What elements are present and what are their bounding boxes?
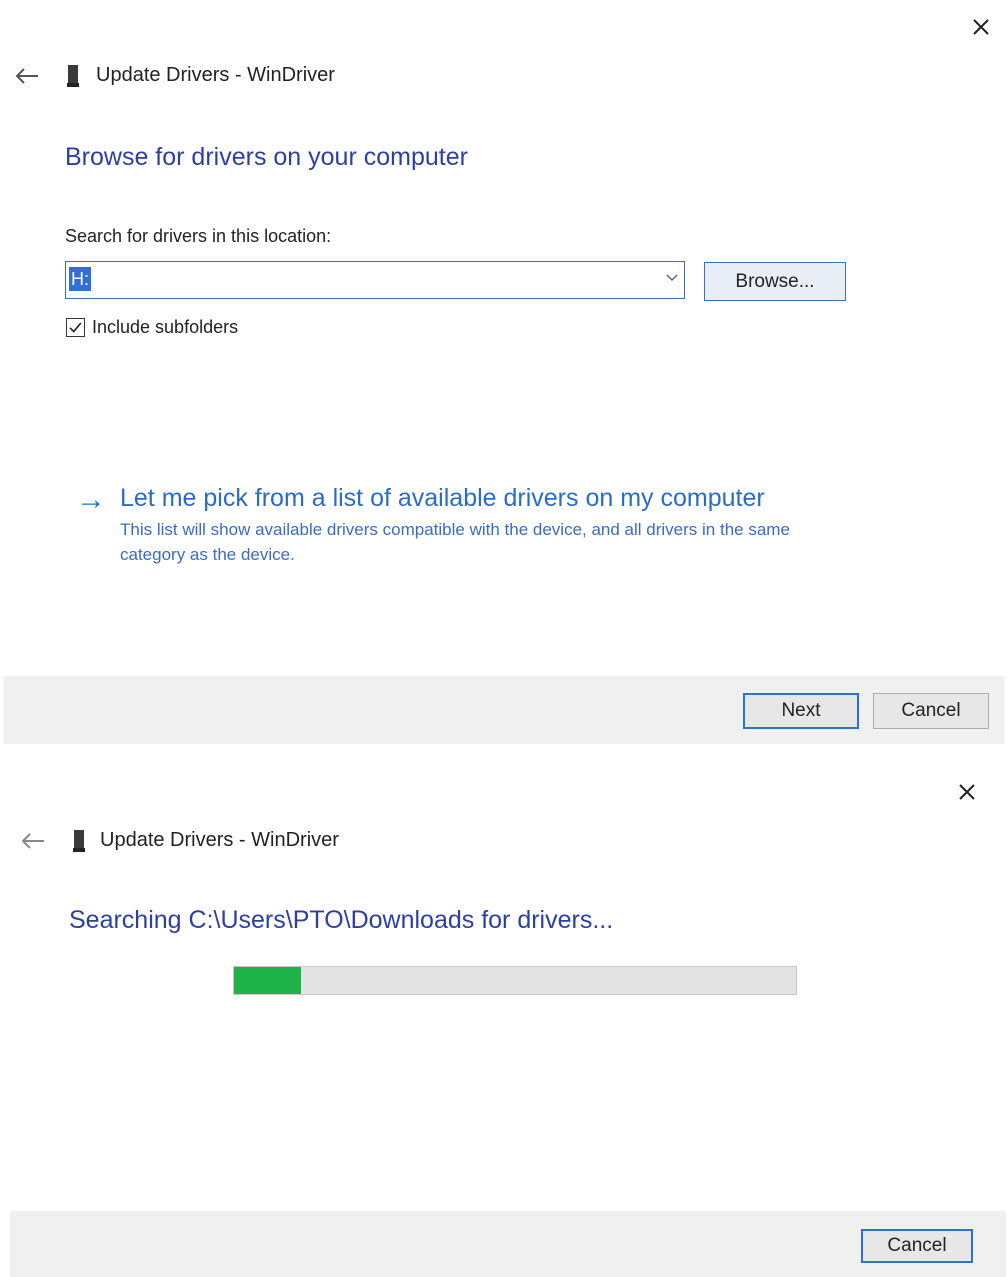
include-subfolders-label[interactable]: Include subfolders (92, 317, 238, 338)
dialog-footer (10, 1211, 1006, 1277)
device-icon (73, 830, 85, 852)
include-subfolders-checkbox[interactable] (66, 318, 85, 337)
pick-driver-link[interactable]: Let me pick from a list of available dri… (120, 484, 765, 513)
window-title: Update Drivers - WinDriver (96, 64, 335, 86)
right-arrow-icon: → (76, 483, 106, 516)
back-button[interactable] (14, 66, 40, 86)
pick-driver-description: This list will show available drivers co… (120, 520, 790, 564)
checkmark-icon (69, 322, 82, 333)
back-button[interactable] (20, 831, 46, 851)
close-icon (973, 19, 989, 35)
back-arrow-icon (15, 68, 38, 84)
device-icon (67, 65, 79, 87)
search-location-label: Search for drivers in this location: (65, 226, 332, 246)
back-arrow-icon (21, 833, 44, 849)
page-heading: Browse for drivers on your computer (65, 143, 468, 171)
browse-drivers-dialog: Update Drivers - WinDriver Browse for dr… (0, 0, 1008, 748)
close-icon (959, 784, 975, 800)
search-progress-bar (233, 966, 797, 995)
progress-fill (234, 967, 302, 994)
chevron-down-icon[interactable] (664, 270, 680, 286)
searching-drivers-dialog: Update Drivers - WinDriver Searching C:\… (0, 764, 1008, 1277)
cancel-button[interactable]: Cancel (861, 1229, 973, 1263)
window-title: Update Drivers - WinDriver (100, 829, 339, 851)
next-button[interactable]: Next (743, 693, 859, 729)
location-value: H: (69, 267, 91, 291)
browse-button[interactable]: Browse... (704, 262, 846, 301)
close-button[interactable] (964, 10, 998, 44)
searching-heading: Searching C:\Users\PTO\Downloads for dri… (69, 906, 614, 934)
close-button[interactable] (950, 775, 984, 809)
location-combobox[interactable]: H: (65, 261, 685, 299)
cancel-button[interactable]: Cancel (873, 693, 989, 729)
